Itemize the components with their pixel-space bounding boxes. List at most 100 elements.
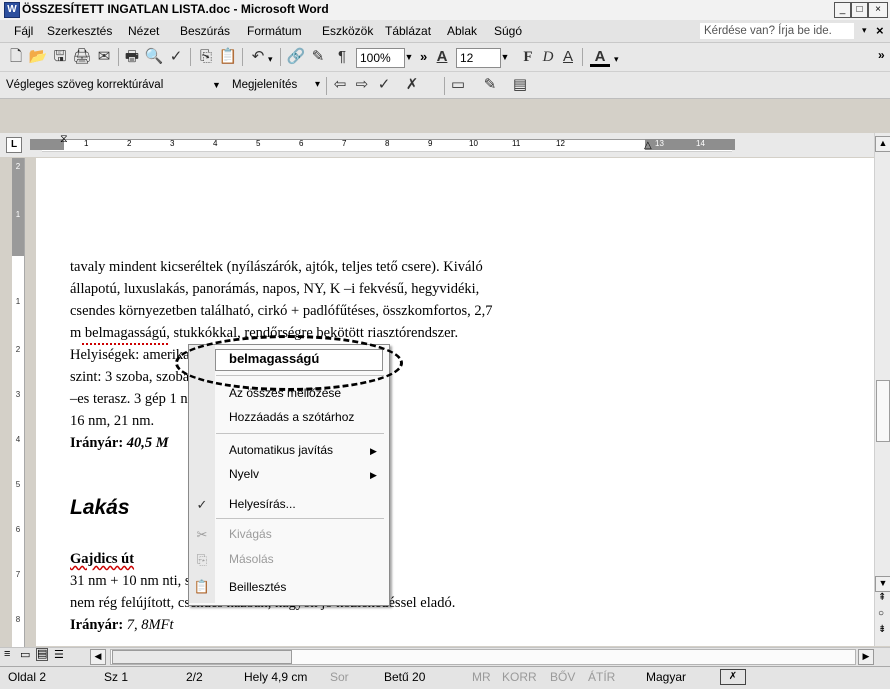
right-indent-marker[interactable]: △	[644, 140, 652, 151]
help-dropdown-icon[interactable]: ▾	[862, 25, 867, 36]
display-dropdown-icon[interactable]: ▼	[212, 80, 221, 90]
scroll-up-button[interactable]: ▲	[875, 136, 890, 152]
maximize-button[interactable]: □	[851, 2, 868, 18]
menu-file[interactable]: Fájl	[14, 24, 33, 38]
reviewing-pane-icon[interactable]: ▤	[510, 75, 530, 95]
ruler-mark: 10	[469, 139, 478, 148]
email-icon[interactable]: ✉	[94, 47, 114, 67]
copy-item[interactable]: Másolás	[229, 552, 274, 566]
zoom-combo[interactable]: 100%	[356, 48, 405, 68]
ruler-mark: 3	[170, 139, 175, 148]
menu-view[interactable]: Nézet	[128, 24, 159, 38]
menu-insert[interactable]: Beszúrás	[180, 24, 230, 38]
submenu-arrow-icon: ▶	[370, 470, 377, 480]
spelling-icon[interactable]: ✓	[166, 47, 186, 67]
zoom-dropdown-icon[interactable]: ▼	[402, 48, 416, 66]
new-comment-icon[interactable]: ▭	[448, 75, 468, 95]
previous-change-icon[interactable]: ⇦	[330, 75, 350, 95]
web-layout-icon[interactable]: ▭	[20, 648, 30, 661]
status-track-changes[interactable]: KORR	[502, 670, 537, 684]
first-line-indent-marker[interactable]: ⧖	[60, 133, 68, 146]
normal-view-icon[interactable]: ≡	[4, 648, 10, 660]
spelling-status-book-icon[interactable]: ✗	[720, 669, 746, 685]
minimize-button[interactable]: _	[834, 2, 851, 18]
menu-window[interactable]: Ablak	[447, 24, 477, 38]
previous-page-icon[interactable]: ⇞	[878, 592, 886, 603]
font-size-dropdown-icon[interactable]: ▼	[498, 48, 512, 66]
toolbar-overflow-icon[interactable]: »	[878, 48, 885, 62]
ruler-mark: 9	[428, 139, 433, 148]
word-app-icon[interactable]: W	[4, 2, 20, 18]
cut-scissors-icon: ✂	[196, 527, 208, 542]
status-language[interactable]: Magyar	[646, 670, 686, 684]
outline-view-icon[interactable]: ☰	[54, 648, 64, 661]
scroll-left-button[interactable]: ◀	[90, 649, 106, 665]
hyperlink-icon[interactable]: 🔗	[286, 47, 306, 67]
print-preview-icon[interactable]: 🔍	[144, 47, 164, 67]
permission-icon[interactable]: 🖨	[72, 47, 92, 67]
menu-help[interactable]: Súgó	[494, 24, 522, 38]
spelling-item[interactable]: Helyesírás...	[229, 497, 296, 511]
save-icon[interactable]: 🖫	[50, 47, 70, 67]
italic-icon[interactable]: D	[538, 47, 558, 67]
tab-selector[interactable]: L	[6, 137, 22, 153]
scroll-down-button[interactable]: ▼	[875, 576, 890, 592]
help-question-input[interactable]: Kérdése van? Írja be ide.	[700, 23, 854, 39]
tables-borders-icon[interactable]: ✎	[308, 47, 328, 67]
horizontal-scroll-thumb[interactable]	[112, 650, 292, 664]
vertical-scroll-thumb[interactable]	[876, 380, 890, 442]
new-document-icon[interactable]: 🗋	[6, 47, 26, 67]
toolbar-options-icon[interactable]: »	[420, 49, 427, 64]
ruler-left-margin	[30, 139, 64, 150]
font-size-combo[interactable]: 12	[456, 48, 501, 68]
section-heading: Lakás	[70, 496, 130, 519]
reject-change-icon[interactable]: ✗	[402, 75, 422, 95]
styles-icon[interactable]: A	[432, 47, 452, 67]
track-changes-icon[interactable]: ✎	[480, 75, 500, 95]
paste-icon[interactable]: 📋	[218, 47, 238, 67]
language-item[interactable]: Nyelv	[229, 467, 259, 481]
paste-item[interactable]: Beillesztés	[229, 580, 286, 594]
toolbar-separator	[190, 48, 191, 66]
add-to-dictionary-item[interactable]: Hozzáadás a szótárhoz	[229, 410, 354, 424]
open-folder-icon[interactable]: 📂	[28, 47, 48, 67]
ruler-mark: 14	[696, 139, 705, 148]
close-button[interactable]: ×	[868, 2, 888, 18]
print-icon[interactable]: 🖶	[122, 47, 142, 67]
show-formatting-icon[interactable]: ¶	[332, 47, 352, 67]
cut-item[interactable]: Kivágás	[229, 527, 272, 541]
next-page-icon[interactable]: ⇟	[878, 624, 886, 635]
vruler-mark: 5	[15, 480, 21, 489]
menu-format[interactable]: Formátum	[247, 24, 302, 38]
undo-icon[interactable]: ↶	[248, 47, 268, 67]
doc-line: állapotú, luxuslakás, panorámás, napos, …	[70, 281, 480, 297]
print-layout-icon[interactable]: ▤	[36, 648, 49, 661]
show-menu-button[interactable]: Megjelenítés	[232, 79, 297, 91]
accept-change-icon[interactable]: ✓	[374, 75, 394, 95]
status-rec[interactable]: MR	[472, 670, 491, 684]
display-for-review-select[interactable]: Végleges szöveg korrektúrával	[6, 79, 163, 91]
select-browse-object-icon[interactable]: ○	[878, 608, 884, 619]
status-overtype[interactable]: ÁTÍR	[588, 670, 615, 684]
menu-table[interactable]: Táblázat	[385, 24, 431, 38]
font-color-icon[interactable]: A	[590, 47, 610, 67]
show-dropdown-icon[interactable]: ▾	[315, 79, 320, 90]
autocorrect-item[interactable]: Automatikus javítás	[229, 443, 333, 457]
vruler-mark: 1	[15, 210, 21, 219]
next-change-icon[interactable]: ⇨	[352, 75, 372, 95]
bold-icon[interactable]: F	[518, 47, 538, 67]
annotation-dashed-ellipse	[175, 335, 403, 391]
ruler-mark: 4	[213, 139, 218, 148]
copy-icon[interactable]: ⎘	[196, 47, 216, 67]
close-document-button[interactable]: ×	[876, 23, 884, 38]
menu-tools[interactable]: Eszközök	[322, 24, 373, 38]
font-color-dropdown-icon[interactable]: ▾	[614, 54, 619, 65]
submenu-arrow-icon: ▶	[370, 446, 377, 456]
menu-edit[interactable]: Szerkesztés	[47, 24, 112, 38]
status-extend[interactable]: BŐV	[550, 670, 575, 684]
undo-dropdown-icon[interactable]: ▾	[268, 54, 273, 65]
underline-icon[interactable]: A	[558, 47, 578, 67]
menu-separator	[216, 433, 384, 434]
scroll-right-button[interactable]: ▶	[858, 649, 874, 665]
toolbar-separator	[280, 48, 281, 66]
